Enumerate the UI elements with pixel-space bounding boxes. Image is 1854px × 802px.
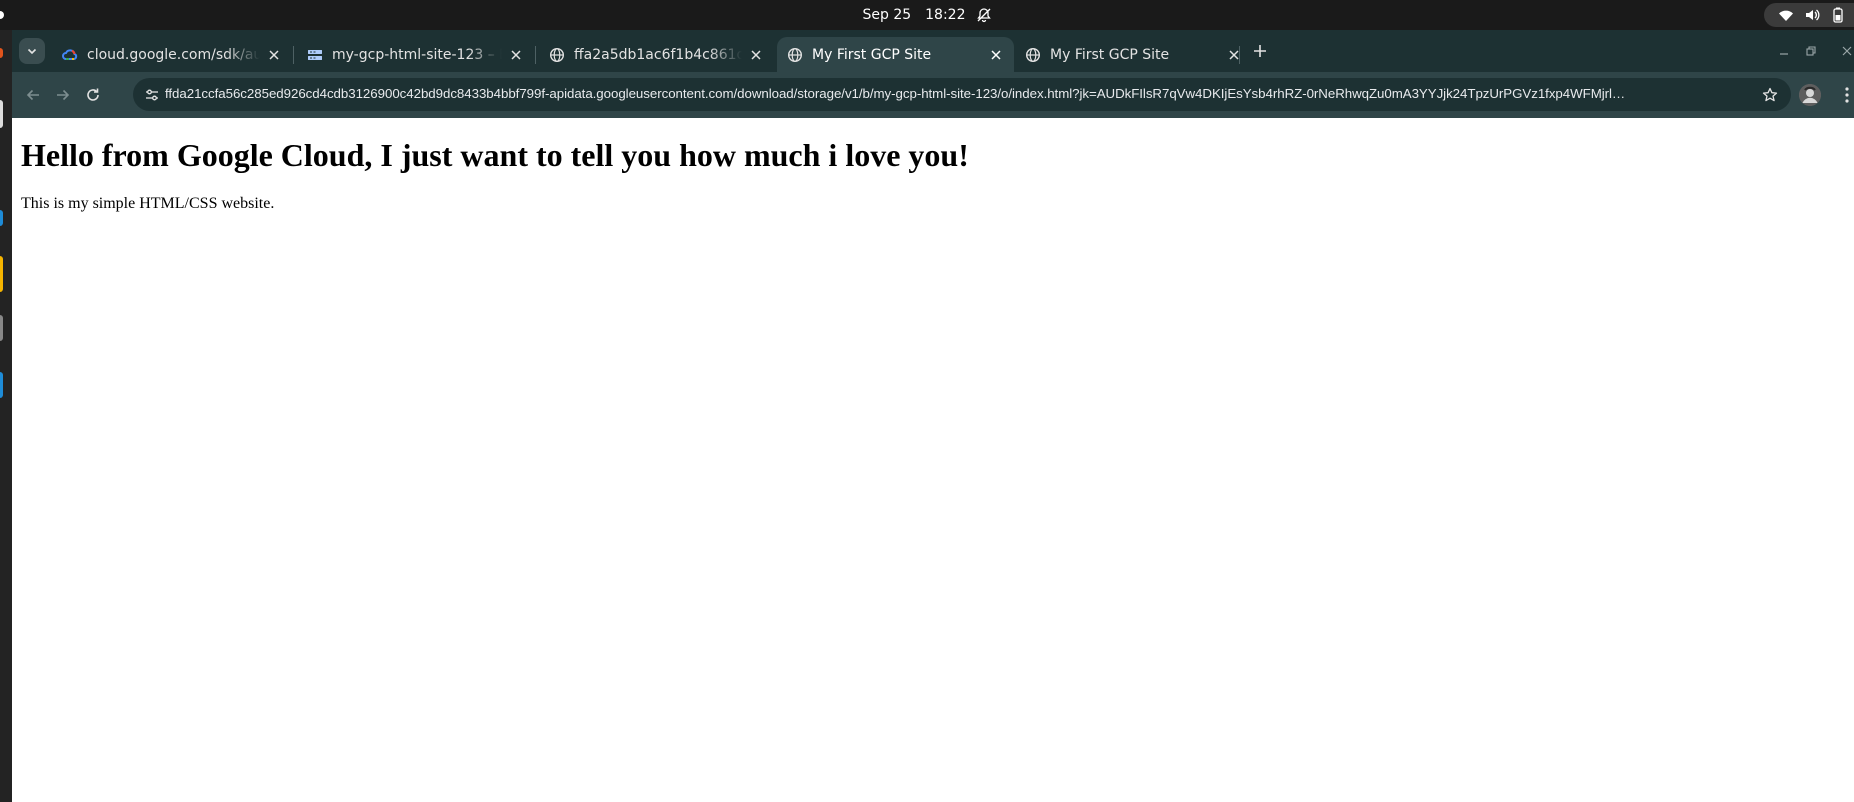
page-viewport: Hello from Google Cloud, I just want to …: [12, 118, 1854, 802]
page-heading: Hello from Google Cloud, I just want to …: [21, 137, 969, 173]
tab-my-first-gcp-site[interactable]: My First GCP Site: [1015, 37, 1252, 72]
application-dock: [0, 30, 12, 802]
plus-icon: [1253, 44, 1267, 58]
system-top-bar: Sep 25 18:22: [0, 0, 1854, 30]
profile-avatar[interactable]: [1799, 84, 1821, 106]
tab-title: ffa2a5db1ac6f1b4c861d: [574, 46, 742, 63]
globe-icon: [787, 47, 803, 63]
globe-icon: [549, 47, 565, 63]
forward-button[interactable]: [53, 85, 73, 105]
browser-menu-button[interactable]: [1841, 84, 1853, 106]
dock-app-icon[interactable]: [0, 315, 3, 341]
chevron-down-icon: [26, 45, 38, 57]
more-vertical-icon: [1844, 86, 1850, 104]
tab-title: My First GCP Site: [1050, 46, 1170, 63]
minimize-button[interactable]: [1777, 44, 1791, 58]
globe-icon: [1025, 47, 1041, 63]
restore-button[interactable]: [1804, 44, 1818, 58]
close-tab-icon[interactable]: [748, 47, 764, 63]
tab-separator: [1239, 46, 1240, 64]
address-bar[interactable]: ffda21ccfa56c285ed926cd4cdb3126900c42bd9…: [133, 78, 1791, 111]
new-tab-button[interactable]: [1252, 43, 1268, 59]
dock-app-icon[interactable]: [0, 48, 3, 58]
tab-object-download[interactable]: ffa2a5db1ac6f1b4c861d: [539, 37, 774, 72]
notifications-off-icon: [976, 7, 992, 23]
close-window-button[interactable]: [1840, 44, 1854, 58]
tab-title: My First GCP Site: [812, 46, 932, 63]
minimize-icon: [1778, 45, 1790, 57]
wifi-icon: [1778, 7, 1794, 23]
dock-app-icon[interactable]: [0, 256, 3, 292]
arrow-right-icon: [55, 87, 71, 103]
arrow-left-icon: [25, 87, 41, 103]
close-tab-icon[interactable]: [988, 47, 1004, 63]
star-icon: [1762, 87, 1778, 103]
dock-app-icon[interactable]: [0, 372, 3, 398]
url-text[interactable]: ffda21ccfa56c285ed926cd4cdb3126900c42bd9…: [165, 86, 1762, 106]
close-tab-icon[interactable]: [508, 47, 524, 63]
tab-separator: [293, 46, 294, 64]
browser-window: cloud.google.com/sdk/auth my-gcp-html-si…: [12, 30, 1854, 802]
tab-bucket-details[interactable]: my-gcp-html-site-123 – Bucket details: [297, 37, 534, 72]
google-cloud-icon: [62, 47, 78, 63]
battery-icon: [1830, 7, 1846, 23]
tab-cloud-sdk[interactable]: cloud.google.com/sdk/auth: [52, 37, 292, 72]
reload-button[interactable]: [83, 85, 103, 105]
clock-time: 18:22: [925, 7, 966, 23]
storage-bucket-icon: [307, 47, 323, 63]
tab-strip: cloud.google.com/sdk/auth my-gcp-html-si…: [12, 30, 1854, 72]
bookmark-button[interactable]: [1761, 86, 1779, 104]
restore-icon: [1805, 45, 1817, 57]
dock-app-icon[interactable]: [0, 100, 3, 128]
reload-icon: [85, 87, 101, 103]
tab-title: my-gcp-html-site-123 – Bucket details: [332, 46, 502, 63]
clock-date: Sep 25: [862, 7, 912, 23]
page-paragraph: This is my simple HTML/CSS website.: [21, 195, 275, 212]
volume-icon: [1804, 7, 1820, 23]
tab-search-button[interactable]: [19, 38, 45, 64]
close-icon: [1841, 45, 1853, 57]
tab-title: cloud.google.com/sdk/auth: [87, 46, 260, 63]
site-info-button[interactable]: [141, 84, 163, 106]
dock-app-icon[interactable]: [0, 210, 3, 226]
system-clock[interactable]: Sep 25 18:22: [0, 0, 1854, 30]
tab-separator: [535, 46, 536, 64]
tune-icon: [145, 88, 159, 102]
tab-my-first-gcp-site-active[interactable]: My First GCP Site: [777, 37, 1014, 72]
close-tab-icon[interactable]: [266, 47, 282, 63]
system-tray[interactable]: [1764, 3, 1854, 27]
browser-toolbar: ffda21ccfa56c285ed926cd4cdb3126900c42bd9…: [12, 72, 1854, 118]
back-button[interactable]: [23, 85, 43, 105]
